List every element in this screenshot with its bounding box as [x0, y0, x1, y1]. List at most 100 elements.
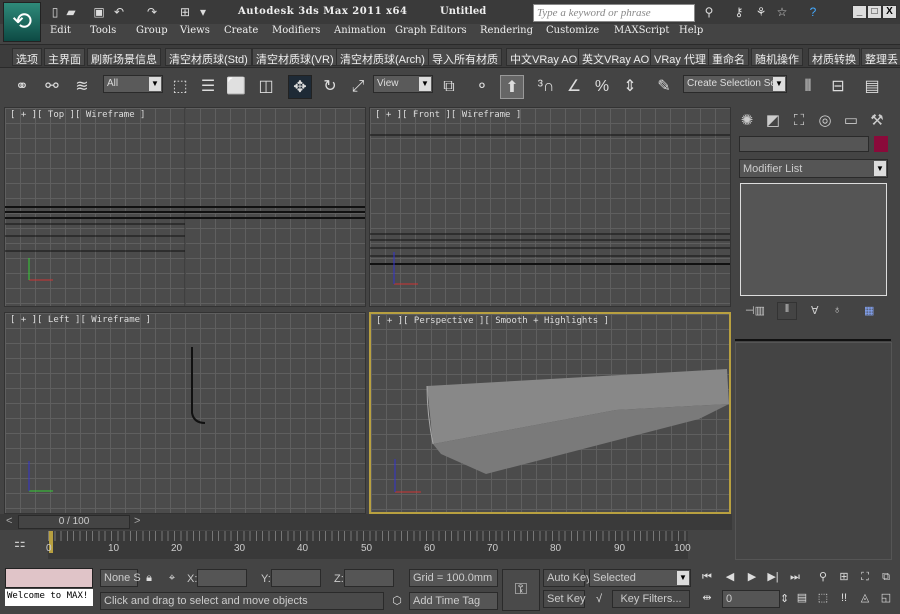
pin-stack-icon[interactable]: ⊣▥ — [745, 304, 765, 317]
absolute-mode-icon[interactable]: ⌖ — [164, 570, 180, 586]
named-selection-set-dropdown[interactable]: Create Selection Se ▼ — [683, 75, 787, 93]
isolate-selection-icon[interactable]: ⬡ — [389, 593, 405, 609]
menu-animation[interactable]: Animation — [334, 25, 386, 36]
next-frame-icon[interactable]: ▶| — [765, 569, 781, 585]
object-name-field[interactable] — [739, 136, 869, 152]
menu-graph-editors[interactable]: Graph Editors — [395, 25, 467, 36]
spinner-snap-icon[interactable]: ⇕ — [618, 75, 642, 99]
align-icon[interactable]: ⊟ — [826, 75, 850, 99]
new-icon[interactable]: ▯ — [48, 5, 62, 19]
menu-tools[interactable]: Tools — [90, 25, 116, 36]
add-time-tag-button[interactable]: Add Time Tag — [409, 592, 498, 610]
project-folder-icon[interactable]: ⊞ — [178, 5, 192, 19]
menu-customize[interactable]: Customize — [546, 25, 599, 36]
custom-button[interactable]: 重命名 — [708, 48, 749, 66]
angle-snap-icon[interactable]: ∠ — [562, 75, 586, 99]
redo-icon[interactable]: ↷ — [145, 5, 159, 19]
lock-selection-icon[interactable]: 🔒︎ — [141, 570, 157, 586]
configure-modifier-sets-icon[interactable]: ▦ — [864, 304, 874, 317]
frame-spinner-icon[interactable]: ⇕ — [780, 591, 789, 607]
auto-key-button[interactable]: Auto Key — [543, 569, 592, 587]
key-mode-dropdown[interactable]: Selected ▼ — [589, 569, 691, 587]
menu-edit[interactable]: Edit — [50, 25, 71, 36]
custom-button[interactable]: 中文VRay AO — [506, 48, 582, 66]
minimize-button[interactable]: _ — [852, 5, 867, 19]
viewport-perspective[interactable]: [ + ][ Perspective ][ Smooth + Highlight… — [369, 312, 731, 514]
play-icon[interactable]: ▶ — [744, 569, 760, 585]
previous-frame-icon[interactable]: ◀ — [722, 569, 738, 585]
pivot-point-icon[interactable]: ⧉ — [437, 75, 461, 99]
custom-button[interactable]: 整理丢 — [861, 48, 900, 66]
undo-icon[interactable]: ↶ — [112, 5, 126, 19]
window-crossing-icon[interactable]: ◫ — [254, 75, 278, 99]
y-coordinate-input[interactable] — [271, 569, 321, 587]
remove-modifier-icon[interactable]: ♁ — [833, 304, 841, 316]
maxscript-output[interactable]: Welcome to MAX! — [5, 589, 93, 606]
mini-curve-editor-icon[interactable]: ⚏ — [14, 535, 26, 551]
default-tangents-icon[interactable]: √ — [591, 591, 607, 607]
select-and-scale-icon[interactable]: ⤢ — [346, 75, 370, 99]
current-frame-input[interactable]: 0 — [722, 590, 780, 608]
custom-button[interactable]: VRay 代理 — [650, 48, 710, 66]
zoom-region-icon[interactable]: ⬚ — [815, 590, 831, 606]
key-mode-toggle-icon[interactable]: ⇹ — [699, 590, 715, 606]
orbit-icon[interactable]: ◬ — [857, 590, 873, 606]
show-end-result-icon[interactable]: ǁ — [777, 302, 797, 320]
menu-views[interactable]: Views — [180, 25, 210, 36]
communication-center-icon[interactable]: ⚘ — [754, 5, 768, 19]
motion-tab-icon[interactable]: ◎ — [813, 109, 837, 133]
menu-rendering[interactable]: Rendering — [480, 25, 533, 36]
x-coordinate-input[interactable] — [197, 569, 247, 587]
time-slider-thumb[interactable]: 0 / 100 — [18, 515, 130, 529]
selection-filter-dropdown[interactable]: All ▼ — [103, 75, 163, 93]
reference-coordinate-dropdown[interactable]: View ▼ — [373, 75, 433, 93]
track-bar[interactable]: 0 10 20 30 40 50 60 70 80 90 100 — [46, 531, 691, 559]
custom-button[interactable]: 清空材质球(Arch) — [336, 48, 429, 66]
go-to-start-icon[interactable]: ⏮ — [699, 569, 715, 585]
viewport-front[interactable]: [ + ][ Front ][ Wireframe ] — [369, 107, 731, 307]
select-object-icon[interactable]: ⬚ — [168, 75, 192, 99]
custom-button[interactable]: 主界面 — [44, 48, 85, 66]
percent-snap-icon[interactable]: % — [590, 75, 614, 99]
maximize-button[interactable]: □ — [867, 5, 882, 19]
viewport-left[interactable]: [ + ][ Left ][ Wireframe ] — [4, 312, 366, 514]
maximize-viewport-icon[interactable]: ◱ — [878, 590, 894, 606]
select-and-rotate-icon[interactable]: ↻ — [318, 75, 342, 99]
link-icon[interactable]: ⚭ — [10, 75, 34, 99]
layer-manager-icon[interactable]: ▤ — [860, 75, 884, 99]
snaps-toggle-icon[interactable]: ³∩ — [534, 75, 558, 99]
unlink-icon[interactable]: ⚯ — [40, 75, 64, 99]
key-icon[interactable]: ⚷ — [732, 5, 746, 19]
zoom-extents-all-icon[interactable]: ⧉ — [878, 569, 894, 585]
menu-help[interactable]: Help — [679, 25, 703, 36]
open-icon[interactable]: ▰ — [64, 5, 78, 19]
maxscript-listener-mini[interactable] — [5, 568, 93, 588]
custom-button[interactable]: 随机操作 — [751, 48, 803, 66]
modifier-stack[interactable] — [740, 183, 887, 296]
utilities-tab-icon[interactable]: ⚒ — [865, 109, 889, 133]
create-tab-icon[interactable]: ✺ — [735, 109, 759, 133]
menu-maxscript[interactable]: MAXScript — [614, 25, 669, 36]
keyboard-shortcut-override-icon[interactable]: ⬆ — [500, 75, 524, 99]
modify-tab-icon[interactable]: ◩ — [761, 109, 785, 133]
edit-named-selection-icon[interactable]: ✎ — [652, 75, 676, 99]
set-key-icon[interactable]: ⚿ — [502, 569, 540, 611]
menu-group[interactable]: Group — [136, 25, 168, 36]
rectangular-selection-icon[interactable]: ⬜ — [224, 75, 248, 99]
zoom-extents-icon[interactable]: ⛶ — [857, 569, 873, 585]
time-slider[interactable]: < 0 / 100 > — [0, 514, 732, 530]
time-slider-prev-button[interactable]: < — [6, 515, 12, 527]
key-filters-button[interactable]: Key Filters... — [612, 590, 690, 608]
display-tab-icon[interactable]: ▭ — [839, 109, 863, 133]
time-configuration-icon[interactable]: ▤ — [794, 590, 810, 606]
viewport-top[interactable]: [ + ][ Top ][ Wireframe ] — [4, 107, 366, 307]
zoom-icon[interactable]: ⚲ — [815, 569, 831, 585]
bind-space-warp-icon[interactable]: ≋ — [70, 75, 94, 99]
field-of-view-icon[interactable]: !! — [836, 590, 852, 606]
select-and-move-icon[interactable]: ✥ — [288, 75, 312, 99]
binoculars-icon[interactable]: ⚲ — [702, 5, 716, 19]
custom-button[interactable]: 材质转换 — [808, 48, 860, 66]
zoom-all-icon[interactable]: ⊞ — [836, 569, 852, 585]
quick-access-dropdown-icon[interactable]: ▾ — [196, 5, 210, 19]
custom-button[interactable]: 清空材质球(Std) — [165, 48, 252, 66]
